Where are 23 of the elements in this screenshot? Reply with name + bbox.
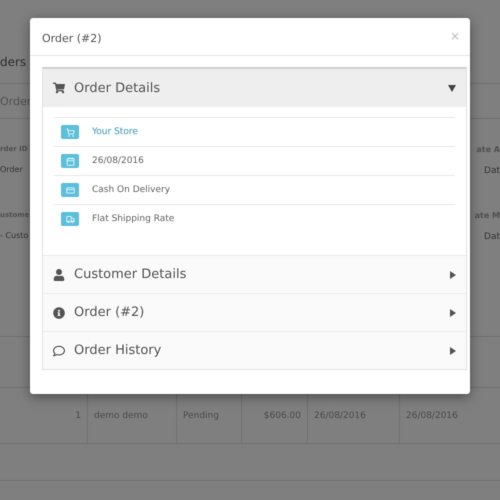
accordion-header[interactable]: Customer Details xyxy=(43,255,466,293)
calendar-icon xyxy=(61,154,79,168)
cart-icon xyxy=(53,82,65,94)
filter-input[interactable]: - Custo xyxy=(0,231,28,240)
close-button[interactable]: × xyxy=(450,30,460,42)
dialog-title: Order (#2) xyxy=(42,32,102,45)
accordion-header[interactable]: Order (#2) xyxy=(43,293,466,331)
filter-input[interactable]: Dat xyxy=(484,166,500,176)
page-heading: ders xyxy=(0,55,26,69)
speech-bubble-icon xyxy=(53,344,65,356)
cart-icon xyxy=(61,125,79,139)
detail-text: Cash On Delivery xyxy=(92,185,170,195)
filter-input[interactable]: Order xyxy=(0,165,23,174)
filter-input[interactable]: Dat xyxy=(484,232,500,242)
detail-text: Flat Shipping Rate xyxy=(92,214,174,224)
info-icon xyxy=(53,306,65,318)
detail-text: 26/08/2016 xyxy=(92,156,144,166)
store-link[interactable]: Your Store xyxy=(92,127,138,137)
accordion-header[interactable]: Order History xyxy=(43,331,466,369)
truck-icon xyxy=(61,212,79,226)
accordion-header[interactable]: Order Details xyxy=(43,69,466,107)
user-icon xyxy=(53,268,65,280)
credit-card-icon xyxy=(61,183,79,197)
